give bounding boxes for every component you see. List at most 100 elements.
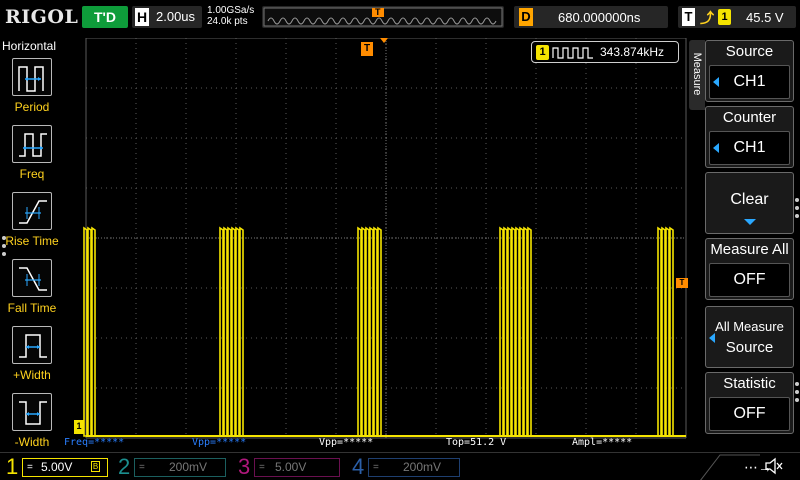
- measurement-ampl[interactable]: Ampl=*****: [572, 437, 632, 449]
- source-title: Source: [725, 43, 774, 60]
- counter-softkey[interactable]: Counter CH1: [705, 106, 794, 168]
- measurement-vpp[interactable]: Vpp=*****: [319, 437, 373, 449]
- ch4-number[interactable]: 4: [352, 456, 364, 478]
- timebase-value: 2.00us: [156, 9, 196, 24]
- rise-time-label: Rise Time: [5, 234, 59, 248]
- period-icon: [12, 58, 52, 96]
- brand-logo: RIGOL: [5, 6, 79, 28]
- clear-softkey[interactable]: Clear: [705, 172, 794, 234]
- trigger-source: 1: [718, 9, 731, 25]
- all-measure-source-line2: Source: [725, 339, 774, 356]
- trigger-box[interactable]: T ⤴ 1 45.5 V: [678, 6, 796, 28]
- fall-time-icon: [12, 259, 52, 297]
- measurement-ampl-text: Ampl=*****: [572, 437, 633, 448]
- trigger-level-label: T: [679, 278, 685, 287]
- ch1-scale-box[interactable]: = 5.00V B: [22, 458, 108, 477]
- ch1-number[interactable]: 1: [6, 456, 18, 478]
- chevron-down-icon: [744, 219, 756, 225]
- fall-time-label: Fall Time: [7, 301, 57, 315]
- ch1-waveform: [83, 226, 686, 437]
- ch1-bandwidth-icon: B: [91, 461, 100, 472]
- waveform-display[interactable]: T 1 343.874kHz T 1: [62, 38, 688, 440]
- measurement-vpp-ch2[interactable]: Vpp=*****: [192, 437, 246, 449]
- memory-waveform-icon: [263, 7, 503, 27]
- speaker-muted-icon[interactable]: [764, 457, 784, 475]
- statistic-value: OFF: [733, 405, 766, 422]
- delay-value: 680.000000ns: [558, 10, 641, 25]
- counter-value-box: CH1: [709, 131, 790, 165]
- more-items-dots-icon: [795, 198, 799, 218]
- positive-width-icon: [12, 326, 52, 364]
- trigger-position-marker[interactable]: T: [361, 42, 373, 56]
- ch3-number[interactable]: 3: [238, 456, 250, 478]
- horizontal-key: H: [135, 8, 149, 26]
- ch1-scale: 5.00V: [41, 460, 73, 474]
- measurement-freq[interactable]: Freq=*****: [64, 437, 124, 449]
- rise-time-icon: [12, 192, 52, 230]
- ch2-number[interactable]: 2: [118, 456, 130, 478]
- ch1-offset-label: 1: [76, 421, 82, 431]
- memory-overview-strip[interactable]: T: [262, 6, 504, 28]
- measure-menu-tab-label: Measure: [691, 52, 703, 96]
- measure-all-softkey[interactable]: Measure All OFF: [705, 238, 794, 300]
- memory-depth: 24.0k pts: [207, 16, 248, 27]
- measure-negative-width-button[interactable]: -Width: [2, 391, 62, 457]
- ch3-coupling: =: [259, 462, 265, 473]
- ch1-coupling: =: [27, 462, 33, 473]
- counter-channel-badge: 1: [536, 45, 549, 60]
- measure-menu-tab[interactable]: Measure: [689, 40, 705, 110]
- source-value-box: CH1: [709, 65, 790, 99]
- measure-positive-width-button[interactable]: +Width: [2, 324, 62, 390]
- timebase-box[interactable]: H 2.00us: [132, 6, 202, 28]
- statistic-softkey[interactable]: Statistic OFF: [705, 372, 794, 434]
- sample-rate: 1.00GSa/s: [207, 5, 255, 16]
- measurement-top[interactable]: Top=51.2 V: [446, 437, 506, 449]
- statistic-title: Statistic: [723, 375, 776, 392]
- ch3-scale-box[interactable]: = 5.00V: [254, 458, 340, 477]
- trigger-level-marker[interactable]: T: [676, 278, 688, 288]
- trigger-position-arrow: [380, 38, 388, 43]
- trigger-delay-box[interactable]: D 680.000000ns: [514, 6, 668, 28]
- ch1-offset-marker[interactable]: 1: [74, 420, 84, 434]
- measurement-top-text: Top=51.2 V: [446, 437, 507, 448]
- ch1-trace: [83, 226, 686, 437]
- ch2-scale-box[interactable]: = 200mV: [134, 458, 226, 477]
- waveform-canvas[interactable]: [62, 38, 688, 440]
- run-state-badge[interactable]: T'D: [82, 6, 128, 28]
- period-label: Period: [14, 100, 50, 114]
- measure-category-panel: Horizontal Period Freq Rise Time Fall Ti…: [0, 38, 62, 452]
- measurement-vpp-ch2-text: Vpp=*****: [192, 437, 247, 448]
- freq-icon: [12, 125, 52, 163]
- top-status-bar: RIGOL T'D H 2.00us 1.00GSa/s 24.0k pts T…: [0, 0, 800, 38]
- freq-label: Freq: [19, 167, 45, 181]
- delay-key: D: [519, 8, 533, 26]
- measure-freq-button[interactable]: Freq: [2, 123, 62, 189]
- frequency-counter[interactable]: 1 343.874kHz: [531, 41, 679, 63]
- channel-status-bar: 1 = 5.00V B 2 = 200mV 3 = 5.00V 4 = 200m…: [0, 452, 800, 480]
- ch2-coupling: =: [139, 462, 145, 473]
- more-items-dots-icon: [795, 382, 799, 402]
- ch4-scale: 200mV: [403, 460, 442, 474]
- measurement-freq-text: Freq=*****: [64, 437, 125, 448]
- clear-title: Clear: [730, 191, 769, 208]
- counter-source-value: CH1: [733, 139, 766, 156]
- negative-width-icon: [12, 393, 52, 431]
- counter-title: Counter: [722, 109, 777, 126]
- measurement-vpp-text: Vpp=*****: [319, 437, 374, 448]
- positive-width-label: +Width: [13, 368, 51, 382]
- measure-fall-time-button[interactable]: Fall Time: [2, 257, 62, 323]
- measure-rise-time-button[interactable]: Rise Time: [2, 190, 62, 256]
- ch4-scale-box[interactable]: = 200mV: [368, 458, 460, 477]
- trigger-level: 45.5 V: [746, 10, 784, 25]
- measure-period-button[interactable]: Period: [2, 56, 62, 122]
- memory-trigger-marker: T: [375, 7, 381, 17]
- trigger-key: T: [682, 8, 695, 26]
- ch2-scale: 200mV: [169, 460, 208, 474]
- all-measure-source-softkey[interactable]: All Measure Source: [705, 306, 794, 368]
- negative-width-label: -Width: [14, 435, 50, 449]
- source-softkey[interactable]: Source CH1: [705, 40, 794, 102]
- square-wave-icon: [552, 47, 593, 59]
- measure-all-value: OFF: [733, 271, 766, 288]
- measure-all-value-box: OFF: [709, 263, 790, 297]
- trigger-position-label: T: [363, 43, 371, 54]
